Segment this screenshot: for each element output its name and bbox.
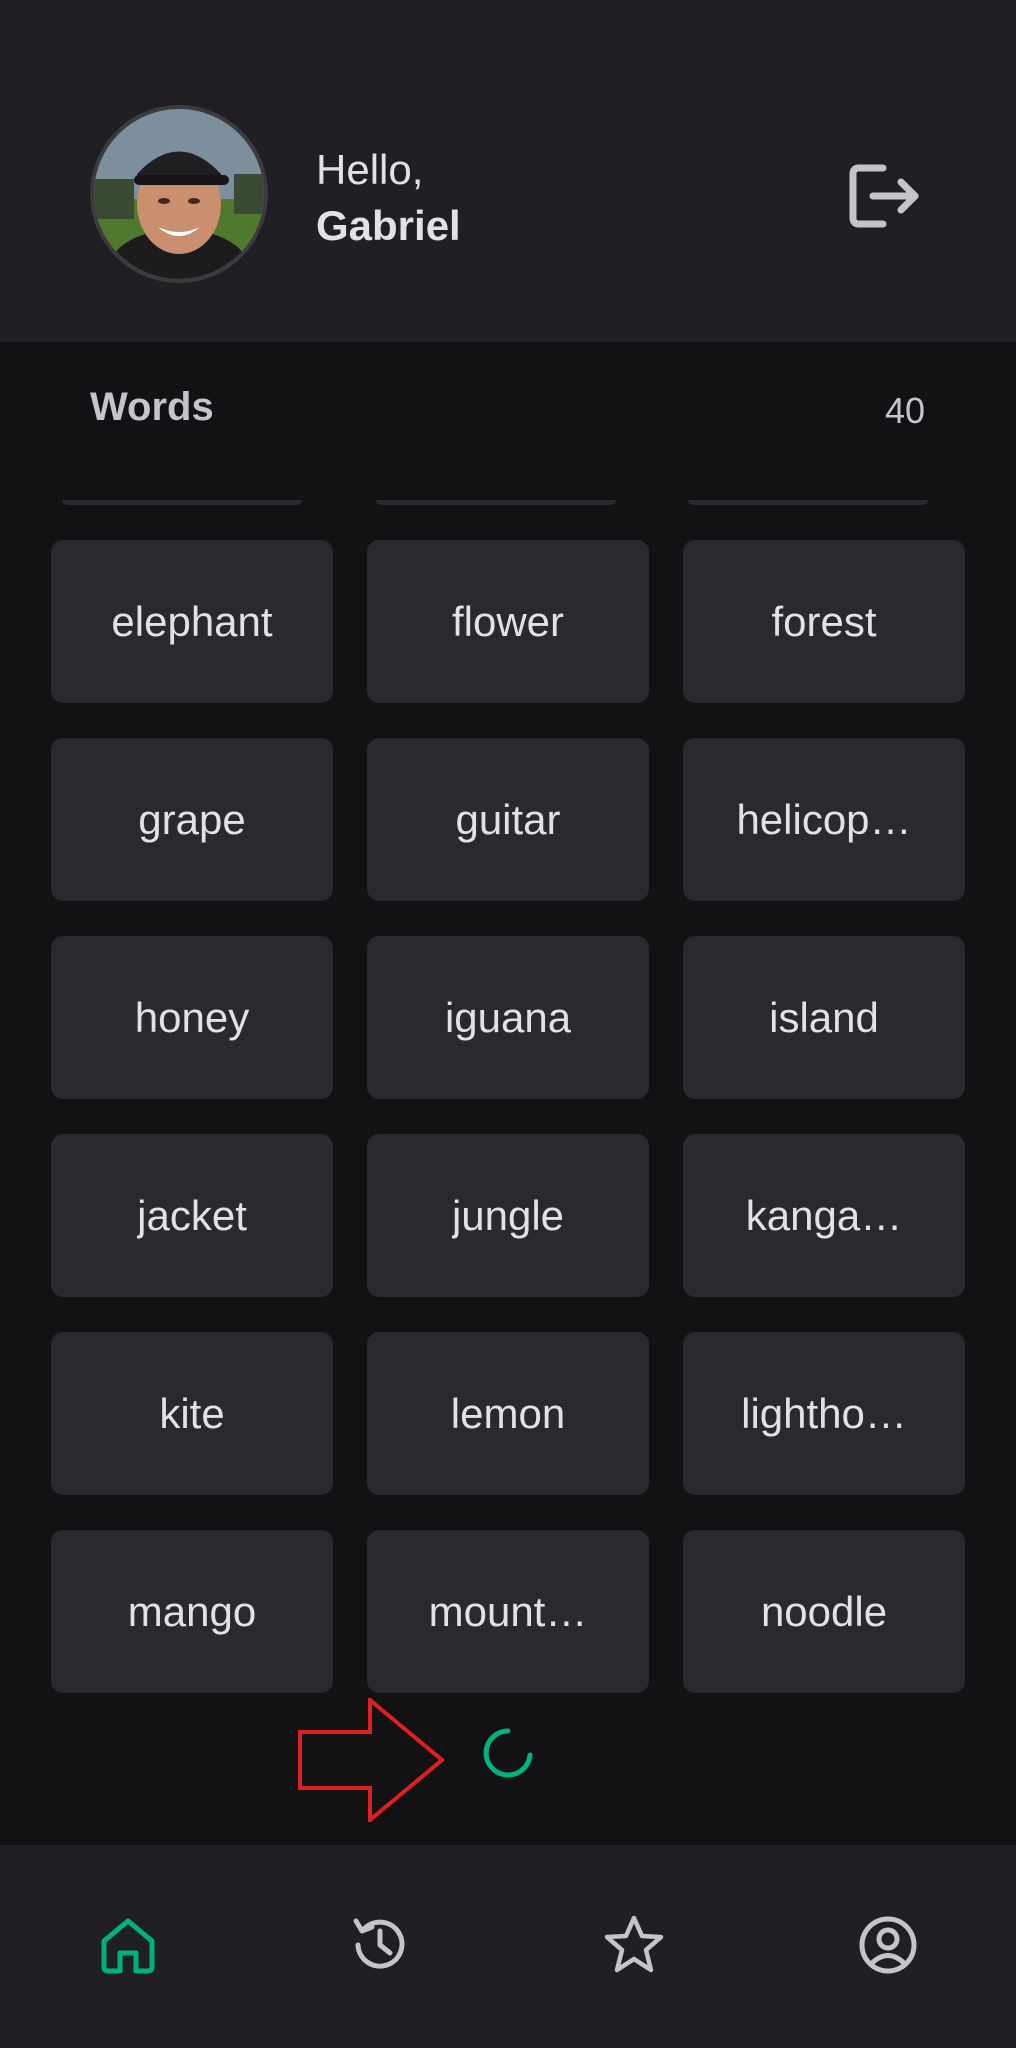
word-label: iguana: [444, 993, 572, 1041]
words-title: Words: [90, 385, 214, 429]
word-label: mango: [127, 1587, 257, 1635]
nav-profile[interactable]: [848, 1905, 928, 1985]
logout-button[interactable]: [845, 160, 925, 232]
word-label: island: [769, 993, 879, 1041]
words-count: 40: [884, 390, 925, 431]
bottom-navigation: [0, 1845, 1016, 2048]
greeting-text: Hello,: [316, 146, 424, 193]
partial-card: [688, 500, 928, 505]
word-card[interactable]: kite: [51, 1332, 333, 1495]
partial-row: [0, 500, 1016, 506]
partial-card: [62, 500, 302, 505]
word-label: forest: [771, 597, 877, 645]
word-label: guitar: [455, 795, 561, 843]
avatar[interactable]: [90, 105, 268, 283]
word-card[interactable]: mount…: [367, 1530, 649, 1693]
loading-spinner-icon: [480, 1725, 536, 1781]
nav-favorites[interactable]: [594, 1905, 674, 1985]
word-label: mount…: [428, 1587, 588, 1635]
word-label: helicop…: [736, 795, 912, 843]
word-label: grape: [138, 795, 246, 843]
words-section-header: Words 40: [90, 385, 925, 445]
word-card[interactable]: kanga…: [683, 1134, 965, 1297]
word-label: honey: [134, 993, 250, 1041]
avatar-photo: [94, 109, 264, 279]
word-label: jacket: [137, 1191, 247, 1239]
words-grid: elephant flower forest grape guitar helicop… h…: [51, 540, 965, 1693]
word-label: kanga…: [745, 1191, 903, 1239]
star-icon: [604, 1915, 664, 1973]
word-card[interactable]: noodle: [683, 1530, 965, 1693]
word-card[interactable]: jungle: [367, 1134, 649, 1297]
word-label: kite: [159, 1389, 225, 1437]
nav-home[interactable]: [88, 1905, 168, 1985]
word-card[interactable]: forest: [683, 540, 965, 703]
word-label: elephant: [111, 597, 273, 645]
word-label: lemon: [450, 1389, 566, 1437]
word-card[interactable]: jacket: [51, 1134, 333, 1297]
profile-header: Hello, Gabriel: [0, 0, 1016, 342]
word-card[interactable]: grape: [51, 738, 333, 901]
history-icon: [353, 1918, 405, 1969]
word-card[interactable]: guitar: [367, 738, 649, 901]
word-card[interactable]: elephant: [51, 540, 333, 703]
home-icon: [101, 1918, 155, 1974]
word-card[interactable]: iguana: [367, 936, 649, 1099]
red-arrow-annotation: [298, 1695, 448, 1827]
greeting: Hello, Gabriel: [316, 142, 461, 254]
user-name: Gabriel: [316, 202, 461, 249]
word-card[interactable]: mango: [51, 1530, 333, 1693]
words-list[interactable]: elephant flower forest grape guitar helicop… h…: [0, 500, 1016, 1695]
nav-history[interactable]: [340, 1905, 420, 1985]
logout-icon: [849, 164, 919, 228]
word-label: noodle: [760, 1587, 888, 1635]
word-card[interactable]: island: [683, 936, 965, 1099]
word-label: flower: [451, 597, 565, 645]
word-card[interactable]: flower: [367, 540, 649, 703]
word-card[interactable]: lemon: [367, 1332, 649, 1495]
app-root: Hello, Gabriel Words 40 elephant flower fo…: [0, 0, 1016, 2048]
partial-card: [376, 500, 616, 505]
word-label: jungle: [451, 1191, 565, 1239]
word-card[interactable]: helicop…: [683, 738, 965, 901]
user-circle-icon: [859, 1916, 917, 1974]
word-label: lightho…: [741, 1389, 907, 1437]
word-card[interactable]: lightho…: [683, 1332, 965, 1495]
word-card[interactable]: honey: [51, 936, 333, 1099]
